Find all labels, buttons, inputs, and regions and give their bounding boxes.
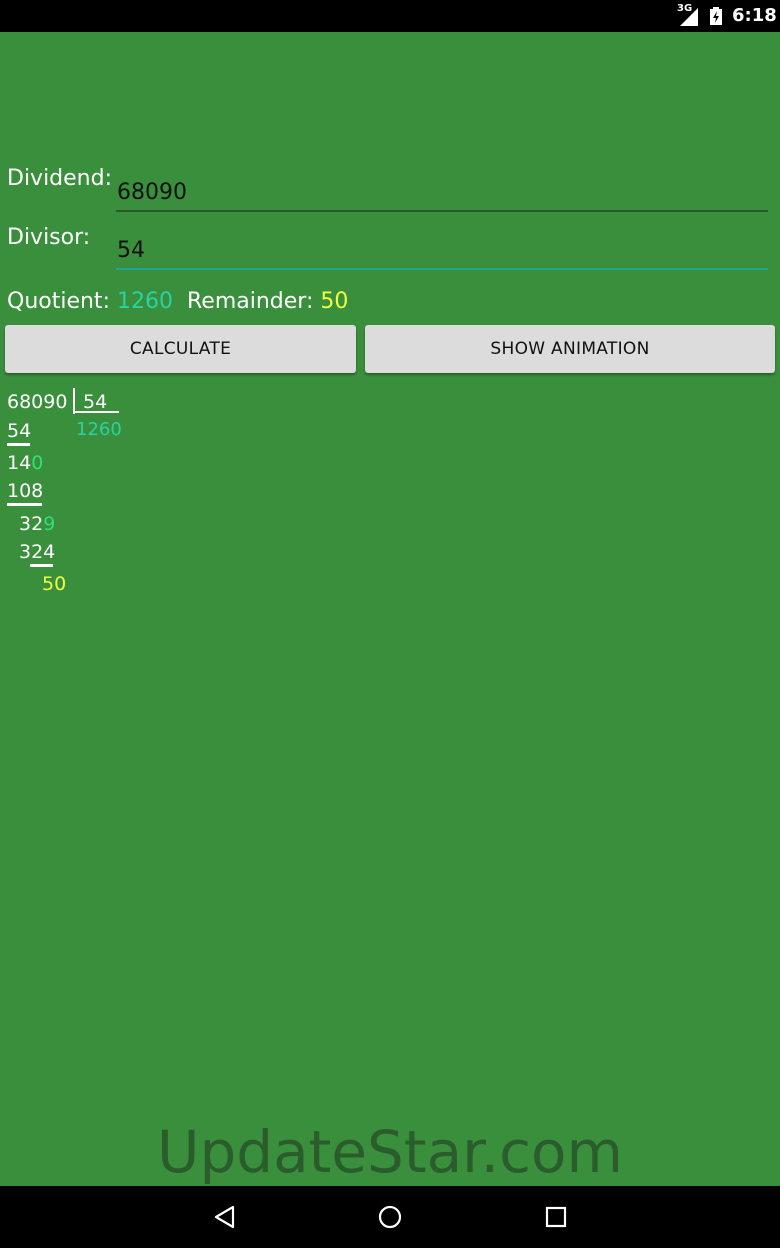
back-icon[interactable] [213,1205,237,1229]
dividend-label: Dividend: [7,166,113,191]
divisor-value: 54 [117,238,145,263]
ld-divisor: 54 [83,391,108,413]
quotient-label: Quotient: [7,289,110,314]
ld-quotient: 1260 [76,419,122,440]
remainder-value: 50 [320,289,349,314]
result-line: Quotient: 1260 Remainder: 50 [7,289,348,314]
ld-remainder: 50 [42,573,67,595]
divisor-underline [116,268,768,270]
signal-icon [680,8,698,26]
home-icon[interactable] [378,1205,402,1229]
dividend-field[interactable]: 68090 [116,172,768,212]
ld-step-5-underline [30,564,53,567]
ld-step-2-bringdown: 0 [31,452,44,474]
divisor-field[interactable]: 54 [116,230,768,270]
quotient-value: 1260 [116,289,173,314]
ld-step-3-underline [7,503,42,506]
ld-step-3: 108 [7,480,44,502]
ld-step-5: 324 [19,541,56,563]
show-animation-button[interactable]: SHOW ANIMATION [365,325,775,373]
status-bar: 3G 6:18 [0,0,780,32]
dividend-underline [116,210,768,212]
watermark: UpdateStar.com [157,1118,623,1186]
ld-step-4-bringdown: 9 [43,513,56,535]
ld-step-2: 140 [7,452,44,474]
ld-dividend: 68090 [7,391,68,413]
dividend-value: 68090 [117,180,187,205]
recents-icon[interactable] [544,1205,568,1229]
ld-step-1: 54 [7,420,32,442]
clock: 6:18 [732,5,777,26]
ld-step-4: 329 [19,513,56,535]
navigation-bar [0,1186,780,1248]
divisor-label: Divisor: [7,225,91,250]
remainder-label: Remainder: [186,289,314,314]
battery-icon [710,7,722,25]
calculate-button[interactable]: CALCULATE [5,325,356,373]
ld-step-1-underline [7,443,30,446]
